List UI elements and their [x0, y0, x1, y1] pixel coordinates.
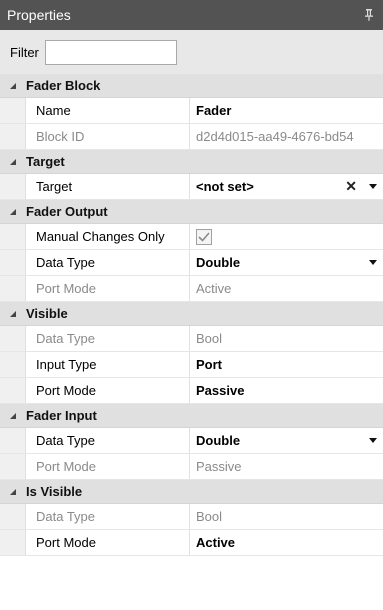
property-row-port-mode[interactable]: Port Mode Active	[0, 530, 383, 556]
property-value-dropdown[interactable]: Double	[190, 250, 383, 275]
property-name: Block ID	[26, 124, 190, 149]
category-visible[interactable]: Visible	[0, 302, 383, 326]
property-name: Data Type	[26, 504, 190, 529]
property-row-port-mode[interactable]: Port Mode Passive	[0, 378, 383, 404]
property-name: Port Mode	[26, 276, 190, 301]
property-value[interactable]: Active	[190, 276, 383, 301]
property-value[interactable]: Port	[190, 352, 383, 377]
property-row-block-id[interactable]: Block ID d2d4d015-aa49-4676-bd54	[0, 124, 383, 150]
category-fader-output[interactable]: Fader Output	[0, 200, 383, 224]
property-value-dropdown[interactable]: <not set> ✕	[190, 174, 383, 199]
filter-input[interactable]	[44, 39, 177, 65]
chevron-down-icon[interactable]	[369, 260, 377, 265]
property-value[interactable]: Fader	[190, 98, 383, 123]
property-value: Double	[196, 255, 241, 270]
property-value: <not set>	[196, 179, 254, 194]
property-row-port-mode[interactable]: Port Mode Active	[0, 276, 383, 302]
property-row-manual-changes-only[interactable]: Manual Changes Only	[0, 224, 383, 250]
property-name: Data Type	[26, 428, 190, 453]
category-fader-input[interactable]: Fader Input	[0, 404, 383, 428]
collapse-icon[interactable]	[0, 158, 26, 165]
property-value[interactable]: Bool	[190, 504, 383, 529]
property-name: Input Type	[26, 352, 190, 377]
property-row-name[interactable]: Name Fader	[0, 98, 383, 124]
property-name: Port Mode	[26, 454, 190, 479]
property-row-input-type[interactable]: Input Type Port	[0, 352, 383, 378]
chevron-down-icon[interactable]	[369, 184, 377, 189]
property-value[interactable]: d2d4d015-aa49-4676-bd54	[190, 124, 383, 149]
property-value-cell	[190, 224, 383, 249]
property-name: Name	[26, 98, 190, 123]
category-fader-block[interactable]: Fader Block	[0, 74, 383, 98]
property-row-data-type[interactable]: Data Type Bool	[0, 504, 383, 530]
category-label: Fader Input	[26, 408, 97, 423]
property-name: Target	[26, 174, 190, 199]
property-name: Data Type	[26, 326, 190, 351]
panel-titlebar: Properties	[0, 0, 383, 30]
property-name: Manual Changes Only	[26, 224, 190, 249]
manual-changes-checkbox[interactable]	[196, 228, 212, 245]
category-target[interactable]: Target	[0, 150, 383, 174]
collapse-icon[interactable]	[0, 208, 26, 215]
filter-bar: Filter	[0, 30, 383, 74]
property-name: Data Type	[26, 250, 190, 275]
category-is-visible[interactable]: Is Visible	[0, 480, 383, 504]
property-value: Double	[196, 433, 241, 448]
pin-icon[interactable]	[363, 8, 375, 22]
property-value-dropdown[interactable]: Double	[190, 428, 383, 453]
property-value[interactable]: Bool	[190, 326, 383, 351]
properties-panel: Properties Filter Fader Block Name Fader…	[0, 0, 383, 610]
category-label: Visible	[26, 306, 68, 321]
category-label: Is Visible	[26, 484, 83, 499]
property-grid: Fader Block Name Fader Block ID d2d4d015…	[0, 74, 383, 556]
property-row-data-type[interactable]: Data Type Double	[0, 250, 383, 276]
check-icon	[198, 231, 210, 242]
clear-icon[interactable]: ✕	[345, 178, 357, 195]
property-value[interactable]: Passive	[190, 378, 383, 403]
property-row-port-mode[interactable]: Port Mode Passive	[0, 454, 383, 480]
collapse-icon[interactable]	[0, 412, 26, 419]
collapse-icon[interactable]	[0, 488, 26, 495]
property-row-data-type[interactable]: Data Type Double	[0, 428, 383, 454]
property-row-data-type[interactable]: Data Type Bool	[0, 326, 383, 352]
chevron-down-icon[interactable]	[369, 438, 377, 443]
property-value[interactable]: Passive	[190, 454, 383, 479]
category-label: Fader Output	[26, 204, 108, 219]
property-name: Port Mode	[26, 530, 190, 555]
property-value[interactable]: Active	[190, 530, 383, 555]
category-label: Fader Block	[26, 78, 101, 93]
collapse-icon[interactable]	[0, 310, 26, 317]
filter-label: Filter	[10, 44, 39, 60]
category-label: Target	[26, 154, 65, 169]
collapse-icon[interactable]	[0, 82, 26, 89]
panel-title: Properties	[7, 7, 71, 23]
property-row-target[interactable]: Target <not set> ✕	[0, 174, 383, 200]
property-name: Port Mode	[26, 378, 190, 403]
